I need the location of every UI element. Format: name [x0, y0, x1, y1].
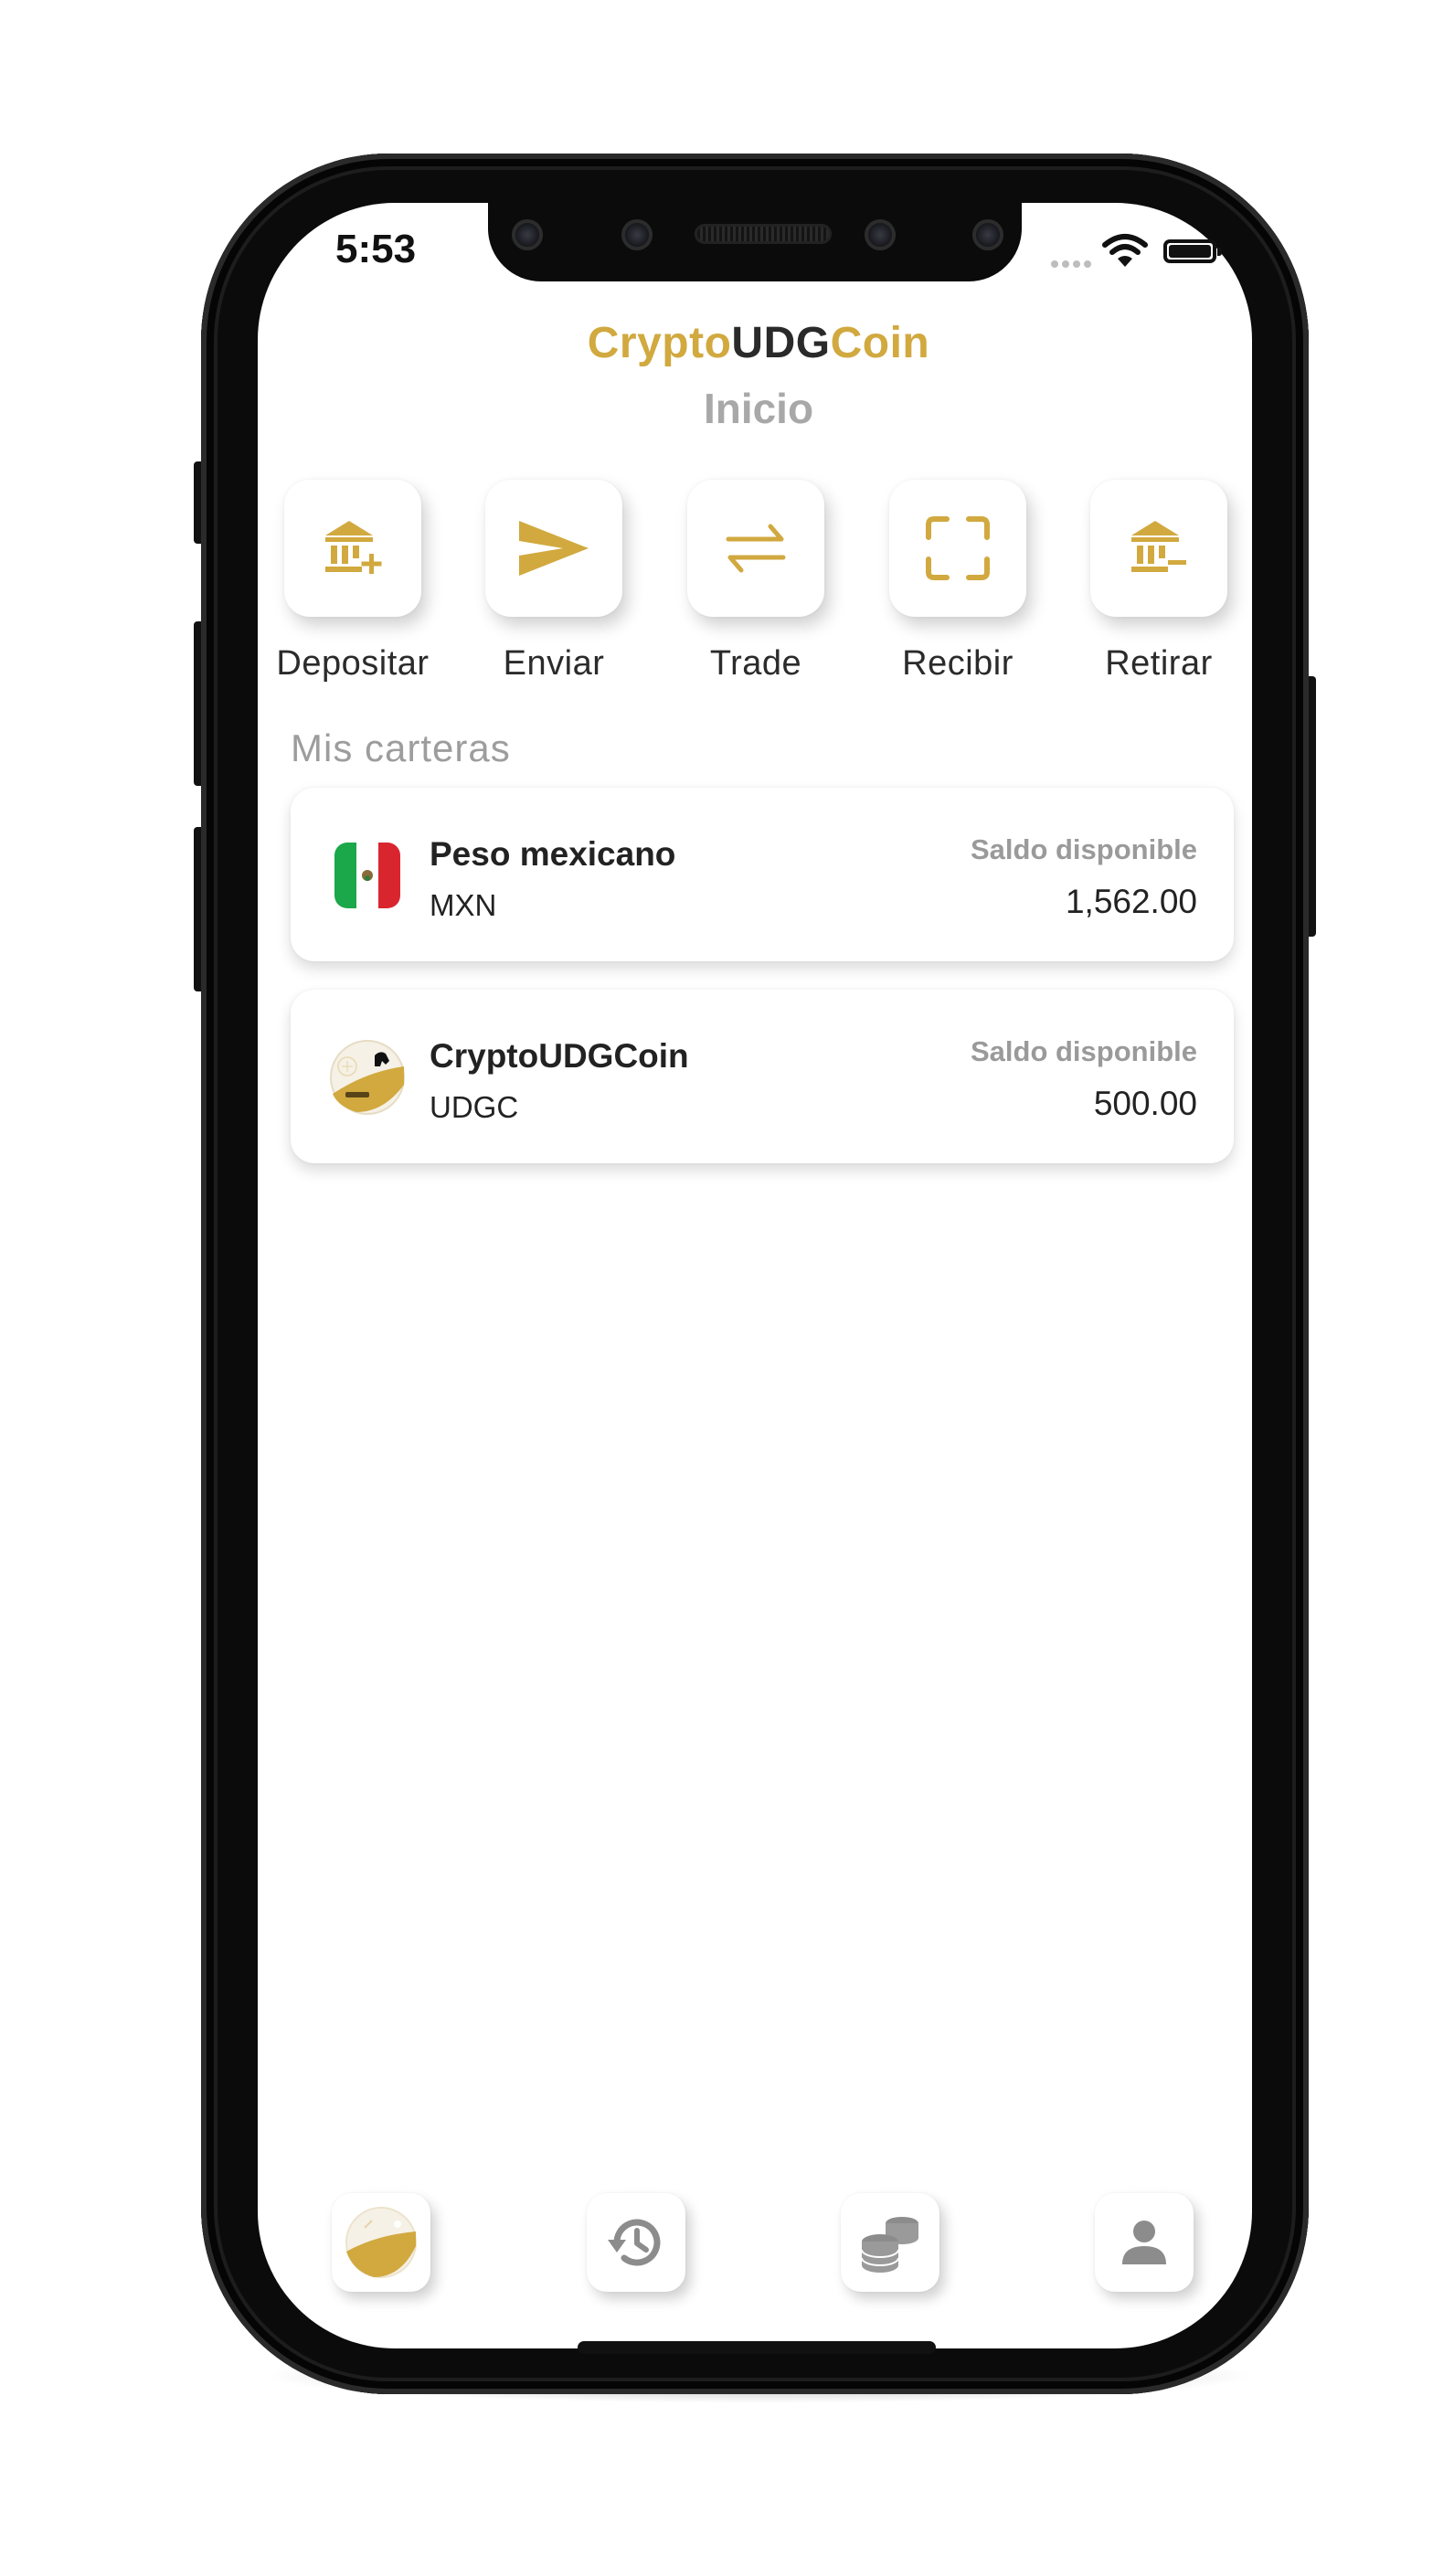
wallet-balance: 500.00: [1093, 1085, 1197, 1122]
coins-stack-icon: [861, 2217, 918, 2273]
nav-profile[interactable]: [1095, 2193, 1194, 2292]
retirar-label: Retirar: [1105, 644, 1213, 683]
nav-home[interactable]: [332, 2193, 430, 2292]
retirar-button[interactable]: [1090, 480, 1227, 617]
wallet-balance: 1,562.00: [1065, 883, 1197, 920]
wallet-code: MXN: [430, 888, 497, 922]
action-depositar[interactable]: Depositar: [252, 480, 453, 684]
history-icon: [608, 2219, 661, 2266]
trade-label: Trade: [709, 644, 802, 683]
trade-button[interactable]: [687, 480, 824, 617]
wallet-name: CryptoUDGCoin: [430, 1037, 689, 1075]
enviar-button[interactable]: [485, 480, 622, 617]
user-icon: [1122, 2221, 1166, 2264]
recibir-label: Recibir: [902, 644, 1014, 683]
sensor-dot: [972, 219, 1003, 250]
scan-frame-icon: [926, 516, 990, 580]
recibir-button[interactable]: [889, 480, 1026, 617]
balance-label: Saldo disponible: [970, 1035, 1197, 1067]
brand-part-coin: Coin: [830, 319, 930, 367]
action-trade[interactable]: Trade: [655, 480, 856, 684]
earpiece-speaker: [695, 224, 832, 244]
action-retirar[interactable]: Retirar: [1058, 480, 1259, 684]
depositar-label: Depositar: [276, 644, 430, 683]
swap-arrows-icon: [726, 524, 786, 573]
nav-history[interactable]: [587, 2193, 685, 2292]
action-enviar[interactable]: Enviar: [453, 480, 654, 684]
battery-icon: [1163, 239, 1222, 263]
sensor-dot: [621, 219, 653, 250]
wallet-card-mxn[interactable]: Peso mexicano MXN Saldo disponible 1,562…: [291, 788, 1234, 961]
front-camera: [865, 219, 896, 250]
wallet-name: Peso mexicano: [430, 835, 676, 873]
enviar-label: Enviar: [503, 644, 605, 683]
wallet-card-udgc[interactable]: CryptoUDGCoin UDGC Saldo disponible 500.…: [291, 990, 1234, 1163]
home-indicator: [578, 2341, 936, 2354]
action-recibir[interactable]: Recibir: [857, 480, 1058, 684]
brand-part-crypto: Crypto: [587, 319, 732, 367]
balance-label: Saldo disponible: [970, 833, 1197, 865]
wallet-code: UDGC: [430, 1090, 519, 1124]
wallets-section-title: Mis carteras: [291, 726, 511, 769]
nav-coins[interactable]: [841, 2193, 939, 2292]
page-title: Inicio: [703, 385, 814, 432]
udgc-home-icon: [345, 2207, 417, 2278]
cell-signal-icon: [1051, 256, 1095, 272]
mexico-flag-icon: [334, 843, 400, 908]
udgc-coin-icon: [330, 1040, 405, 1115]
brand-part-udg: UDG: [731, 319, 831, 367]
wifi-icon: [1102, 234, 1148, 267]
send-icon: [519, 521, 589, 576]
depositar-button[interactable]: [284, 480, 421, 617]
bank-plus-icon: [325, 521, 382, 574]
status-time: 5:53: [335, 227, 417, 271]
sensor-dot: [512, 219, 543, 250]
app-brand: CryptoUDGCoin: [0, 318, 1454, 368]
bank-minus-icon: [1131, 521, 1186, 572]
